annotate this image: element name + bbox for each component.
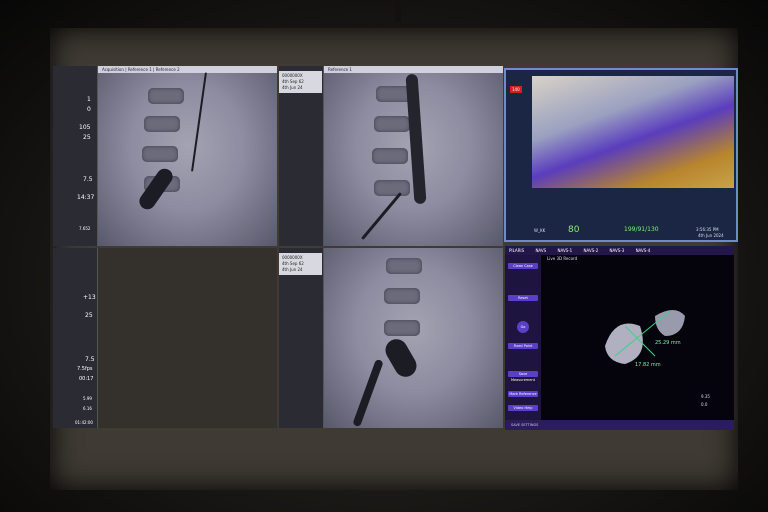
- side-value: 5.99: [83, 396, 92, 401]
- guidewire: [191, 72, 207, 172]
- fluoro-panel-top-left: 1 0 105 25 7.5 14:37 7.652 Acquisition |…: [53, 66, 277, 246]
- side-value: 00:17: [79, 376, 94, 382]
- monitor-label: W_KK: [534, 228, 546, 233]
- side-value: 01:42:00: [75, 420, 93, 425]
- side-value: 7.5fps: [77, 366, 93, 372]
- blood-pressure: 199/91/130: [624, 226, 659, 233]
- projection-screen: 1 0 105 25 7.5 14:37 7.652 Acquisition |…: [50, 28, 738, 490]
- vertebra: [384, 288, 420, 304]
- heart-rate: 80: [568, 225, 580, 235]
- fluoro-side-column: 1 0 105 25 7.5 14:37 7.652: [53, 66, 98, 246]
- vertebra: [374, 116, 410, 132]
- contrast-vessel: [381, 335, 421, 381]
- vertebra: [374, 180, 410, 196]
- echo-panel: PILARIS NAVS NAVS-1 NAVS-2 NAVS-3 NAVS-4…: [505, 246, 734, 430]
- fluoro-side-column: +13 25 7.5 7.5fps 00:17 5.99 6.16 01:42:…: [53, 248, 98, 428]
- fluoro-panel-top-right: 0000000X 4th Sep 62 4th Jun 24 Reference…: [279, 66, 503, 246]
- side-value: 25: [85, 312, 93, 319]
- fluoro-info-column: 0000000X 4th Sep 62 4th Jun 24: [279, 248, 324, 428]
- mark-reference-button[interactable]: Mark Reference: [508, 391, 538, 397]
- ceiling-cable: [395, 0, 401, 22]
- side-value: 0: [87, 106, 91, 113]
- side-value: 25: [83, 134, 91, 141]
- patient-info: 0000000X 4th Sep 62 4th Jun 24: [279, 71, 322, 93]
- valve-ring: [605, 323, 643, 364]
- vertebra: [372, 148, 408, 164]
- empty-viewport: [98, 248, 277, 428]
- monitor-time: 3:56:35 PM: [696, 227, 719, 232]
- echo-mode: Live 3D Record: [547, 256, 578, 261]
- side-value: 6.16: [83, 406, 92, 411]
- valve-leaflet: [655, 310, 685, 336]
- echo-view-bar[interactable]: PILARIS NAVS NAVS-1 NAVS-2 NAVS-3 NAVS-4: [505, 246, 734, 255]
- save-measurement-button[interactable]: Save Measurement: [508, 371, 538, 382]
- fluoro-tabs[interactable]: Acquisition | Reference 1 | Reference 2: [98, 66, 277, 73]
- fluoro-panel-bottom-left: +13 25 7.5 7.5fps 00:17 5.99 6.16 01:42:…: [53, 248, 277, 428]
- side-value: 7.652: [79, 226, 91, 231]
- measurement-2: 17.82 mm: [635, 362, 661, 368]
- fixed-point-button[interactable]: Fixed Point: [508, 343, 538, 349]
- side-value: +13: [83, 294, 96, 301]
- go-button[interactable]: Go: [517, 321, 529, 333]
- procedure-video-feed: [532, 76, 734, 188]
- vertebra: [144, 116, 180, 132]
- fluoro-info-column: 0000000X 4th Sep 62 4th Jun 24: [279, 66, 324, 246]
- monitor-date: 4th Jun 2024: [698, 233, 724, 238]
- fluoro-tabs[interactable]: Reference 1: [324, 66, 503, 73]
- patient-info: 0000000X 4th Sep 62 4th Jun 24: [279, 253, 322, 275]
- side-value: 14:37: [77, 194, 95, 201]
- echo-value-a: 9.35: [701, 394, 710, 399]
- vertebra: [148, 88, 184, 104]
- echo-value-b: 0.0: [701, 402, 708, 407]
- fluoro-image: Acquisition | Reference 1 | Reference 2: [98, 66, 277, 246]
- reset-button[interactable]: Reset: [508, 295, 538, 301]
- clean-case-button[interactable]: Clean Case: [508, 263, 538, 269]
- side-value: 7.5: [83, 176, 93, 183]
- sheath: [361, 192, 402, 240]
- vertebra: [386, 258, 422, 274]
- side-value: 7.5: [85, 356, 95, 363]
- fluoro-panel-bottom-right: 0000000X 4th Sep 62 4th Jun 24: [279, 248, 503, 428]
- video-help-button[interactable]: Video Help: [508, 405, 538, 411]
- vertebra: [384, 320, 420, 336]
- sheath: [352, 358, 384, 428]
- hemodynamic-monitor: 140 W_KK 80 199/91/130 3:56:35 PM 4th Ju…: [504, 68, 738, 242]
- side-value: 105: [79, 124, 91, 131]
- side-value: 1: [87, 96, 91, 103]
- fluoro-image: [324, 248, 503, 428]
- fluoro-image: Reference 1: [324, 66, 503, 246]
- echo-sidebar: Clean Case Reset Go Fixed Point Save Mea…: [505, 255, 541, 420]
- measurement-1: 25.29 mm: [655, 340, 681, 346]
- echo-footer: SAVE SETTINGS: [505, 420, 734, 430]
- alarm-value: 140: [510, 86, 522, 93]
- vertebra: [142, 146, 178, 162]
